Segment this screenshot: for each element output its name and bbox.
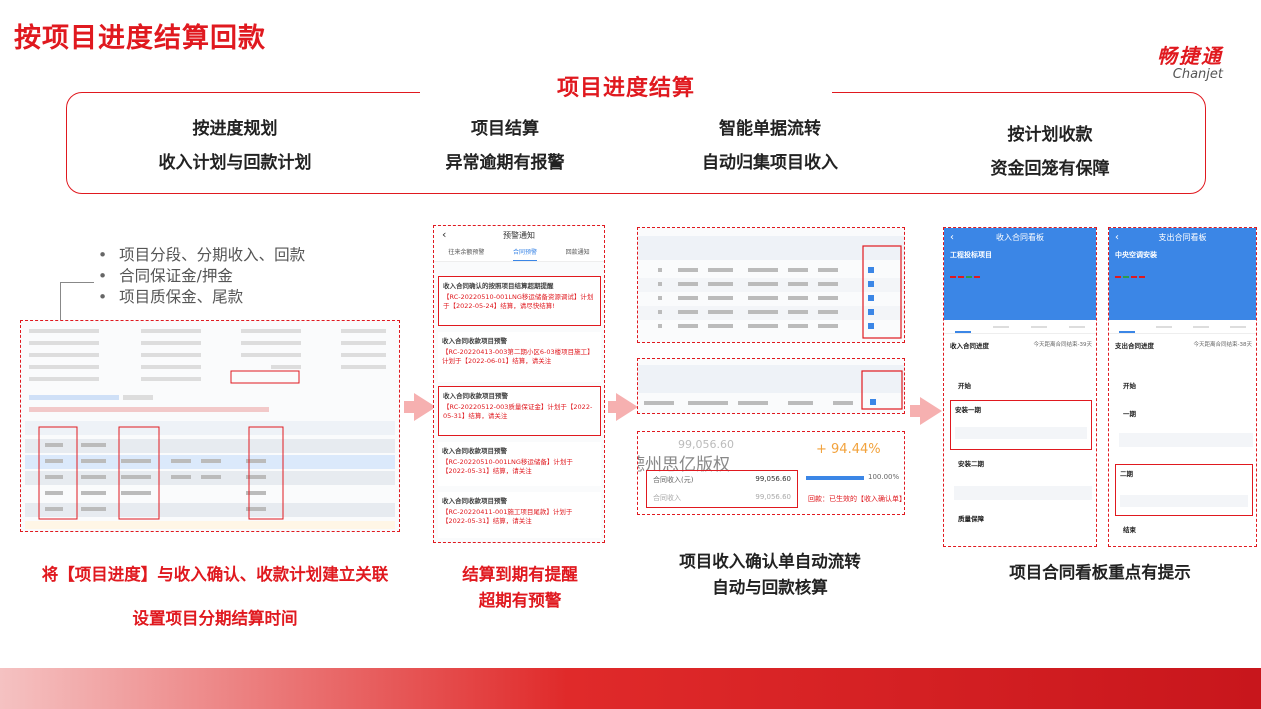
expense-project-name: 中央空调安装 (1115, 251, 1157, 259)
notice-card-body: 【RC-20220510-001LNG移运储备】计划于【2022-05-31】结… (442, 458, 573, 475)
page-title: 按项目进度结算回款 (14, 23, 266, 54)
chanjet-logo: 畅捷通 Chanjet (1157, 40, 1223, 82)
panel3-caption: 项目收入确认单自动流转 自动与回款核算 (615, 549, 925, 601)
milestone-title: 二期 (1120, 470, 1133, 478)
feature-2-line1: 项目结算 (471, 119, 539, 139)
bullet-item: 项目质保金、尾款 (98, 287, 305, 308)
notice-card-title: 收入合同收款项目预警 (442, 497, 507, 505)
feature-4: 按计划收款 资金回笼有保障 (925, 118, 1175, 186)
connector-line (60, 282, 94, 320)
panel1-caption-2: 设置项目分期结算时间 (132, 609, 298, 628)
project-table-screenshot (25, 329, 395, 529)
income-board-title: 收入合同看板 (996, 233, 1044, 242)
bottom-decoration-band (0, 668, 1261, 709)
notice-tabs: 往来余额预警 合同预警 回款通知 (434, 246, 604, 262)
income-board-tabs (944, 320, 1096, 334)
panel3-caption-1: 项目收入确认单自动流转 (679, 552, 861, 571)
panel-warning-notice: ‹ 预警通知 往来余额预警 合同预警 回款通知 收入合同确认的按照项目结算超期提… (433, 225, 605, 543)
panel-project-table (20, 320, 400, 532)
panel3-caption-2: 自动与回款核算 (712, 578, 828, 597)
milestone: 质量保障 (958, 515, 984, 523)
panel-income-row (637, 358, 905, 414)
banner-title: 项目进度结算 (420, 72, 832, 106)
phone-expense-board: ‹ 支出合同看板 中央空调安装 支出合同进度 今天距离合同结束-38天 开始 一… (1108, 227, 1257, 547)
expense-board-tabs (1109, 320, 1256, 334)
logo-cn: 畅捷通 (1157, 44, 1223, 68)
panel2-caption-1: 结算到期有提醒 (462, 565, 578, 584)
feature-2-line2: 异常逾期有报警 (445, 153, 565, 173)
label-income: 合同收入(元) (653, 476, 694, 484)
expense-section-title: 支出合同进度 (1115, 342, 1154, 350)
income-summary-box: 合同收入(元) 99,056.60 合同收入 99,056.60 (646, 470, 798, 508)
tab-payment-notice[interactable]: 回款通知 (566, 246, 590, 261)
panel-income-summary: 99,056.60 + 94.44% 德州思亿版权 合同收入(元) 99,056… (637, 431, 905, 515)
feature-1: 按进度规划 收入计划与回款计划 (110, 112, 360, 180)
phone-income-board: ‹ 收入合同看板 工程投标项目 收入合同进度 今天距离合同结束-39天 开始 安… (943, 227, 1097, 547)
expense-board-title: 支出合同看板 (1158, 233, 1207, 242)
expense-remaining: 今天距离合同结束-38天 (1193, 342, 1252, 348)
progress-pct: 100.00% (868, 473, 900, 481)
panel2-caption: 结算到期有提醒 超期有预警 (425, 562, 615, 614)
milestone: 开始 (958, 382, 971, 390)
feature-3-line1: 智能单据流转 (719, 119, 821, 139)
back-icon[interactable]: ‹ (442, 228, 446, 241)
income-row-screenshot (638, 365, 904, 410)
notice-card[interactable]: 收入合同确认的按照项目结算超期提醒 【RC-20220510-001LNG移运储… (438, 276, 601, 326)
value-collected: 99,056.60 (755, 493, 791, 501)
milestone: 安装二期 (958, 460, 984, 468)
tab-balance-warning[interactable]: 往来余额预警 (448, 246, 484, 261)
feature-1-line1: 按进度规划 (192, 119, 278, 139)
notice-card[interactable]: 收入合同收款项目预警 【RC-20220413-003第二期小区6-03楼项目施… (438, 332, 601, 382)
milestone-card[interactable]: 二期 (1115, 464, 1253, 516)
feature-4-line1: 按计划收款 (1007, 125, 1093, 145)
logo-en: Chanjet (1172, 67, 1223, 82)
collection-note: 回款：已生效的【收入确认单】 (808, 495, 905, 503)
tab-indicator[interactable] (1119, 331, 1136, 333)
feature-4-line2: 资金回笼有保障 (990, 159, 1110, 179)
panel2-caption-2: 超期有预警 (478, 591, 562, 610)
bullet-list: 项目分段、分期收入、回款 合同保证金/押金 项目质保金、尾款 (98, 245, 305, 308)
notice-card-body: 【RC-20220512-003质量保证金】计划于【2022-05-31】结算，… (443, 403, 593, 420)
back-icon[interactable]: ‹ (950, 232, 954, 243)
bullet-item: 项目分段、分期收入、回款 (98, 245, 305, 266)
income-remaining: 今天距离合同结束-39天 (1033, 342, 1092, 348)
notice-card-title: 收入合同收款项目预警 (442, 337, 507, 345)
growth-rate: + 94.44% (816, 442, 881, 457)
panel4-caption: 项目合同看板重点有提示 (1009, 563, 1191, 582)
income-section-title: 收入合同进度 (950, 342, 989, 350)
notice-title: 预警通知 (503, 231, 535, 240)
value-income: 99,056.60 (755, 475, 791, 483)
feature-3: 智能单据流转 自动归集项目收入 (645, 112, 895, 180)
milestone: 开始 (1123, 382, 1136, 390)
notice-card[interactable]: 收入合同收款项目预警 【RC-20220512-003质量保证金】计划于【202… (438, 386, 601, 436)
tab-contract-warning[interactable]: 合同预警 (512, 246, 537, 261)
back-icon[interactable]: ‹ (1115, 232, 1119, 243)
feature-3-line2: 自动归集项目收入 (702, 153, 838, 173)
income-table-screenshot (638, 236, 904, 339)
notice-header: ‹ 预警通知 (434, 226, 604, 246)
label-collected: 合同收入 (653, 494, 681, 502)
feature-2: 项目结算 异常逾期有报警 (380, 112, 630, 180)
panel1-caption-1: 将【项目进度】与收入确认、收款计划建立关联 (41, 565, 389, 584)
milestone-card[interactable]: 安装一期 (950, 400, 1092, 450)
notice-card-title: 收入合同收款项目预警 (442, 447, 507, 455)
notice-card-title: 收入合同收款项目预警 (443, 392, 508, 400)
notice-card-body: 【RC-20220510-001LNG移运储备资源调试】计划于【2022-05-… (443, 293, 594, 310)
notice-card[interactable]: 收入合同收款项目预警 【RC-20220510-001LNG移运储备】计划于【2… (438, 442, 601, 486)
feature-1-line2: 收入计划与回款计划 (158, 153, 312, 173)
milestone: 一期 (1123, 410, 1136, 418)
tab-indicator[interactable] (955, 331, 971, 333)
notice-card-body: 【RC-20220413-003第二期小区6-03楼项目施工】计划于【2022-… (442, 348, 594, 365)
milestone: 结束 (1123, 526, 1136, 534)
notice-card-title: 收入合同确认的按照项目结算超期提醒 (443, 282, 554, 290)
bullet-item: 合同保证金/押金 (98, 266, 305, 287)
expense-board-header: ‹ 支出合同看板 中央空调安装 (1109, 228, 1256, 320)
income-board-header: ‹ 收入合同看板 工程投标项目 (944, 228, 1096, 320)
notice-card-body: 【RC-20220411-001施工项目尾款】计划于【2022-05-31】结算… (442, 508, 573, 525)
panel-income-table (637, 227, 905, 343)
milestone-title: 安装一期 (955, 406, 981, 414)
income-progress-bar (806, 476, 864, 480)
income-project-name: 工程投标项目 (950, 251, 992, 259)
notice-card[interactable]: 收入合同收款项目预警 【RC-20220411-001施工项目尾款】计划于【20… (438, 492, 601, 538)
